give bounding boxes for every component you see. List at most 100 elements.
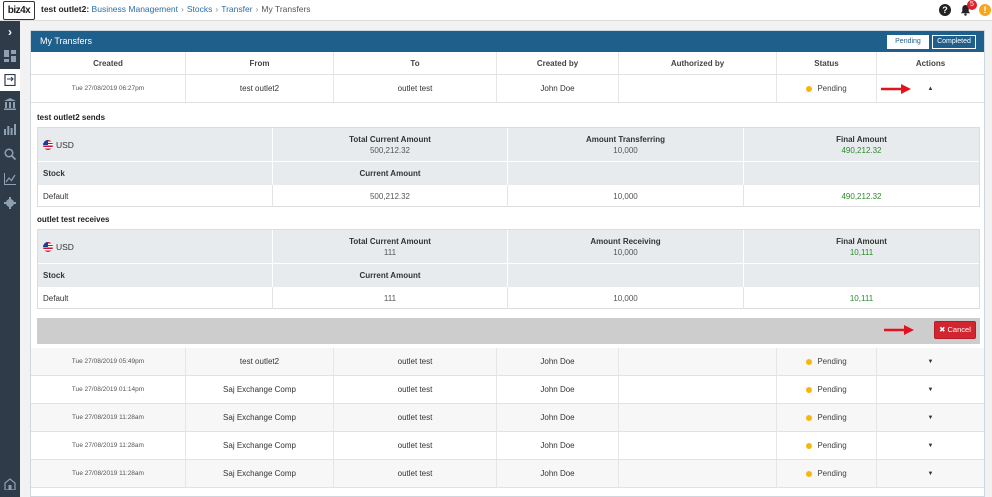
sends-stock-current: 500,212.32	[369, 191, 411, 201]
expand-caret-icon[interactable]: ▼	[928, 359, 934, 365]
empty-cell	[508, 162, 744, 185]
column-created-by: Created by	[497, 52, 619, 74]
cell-from: test outlet2	[186, 348, 334, 375]
breadcrumb-business-management[interactable]: Business Management	[92, 4, 178, 14]
status-text: Pending	[817, 84, 847, 93]
sidebar-item-account[interactable]	[0, 473, 20, 495]
transfer-icon	[4, 74, 16, 86]
cell-authorized-by	[619, 75, 777, 102]
cell-actions: ▼	[877, 432, 984, 459]
sends-stock-label: Stock	[43, 169, 65, 178]
sends-stock-row: Default 500,212.32 10,000 490,212.32	[38, 185, 979, 207]
cell-authorized-by	[619, 432, 777, 459]
breadcrumb-transfer[interactable]: Transfer	[221, 4, 252, 14]
sidebar-item-ledger[interactable]	[0, 118, 20, 140]
status-text: Pending	[817, 469, 847, 478]
cell-status: Pending	[777, 404, 877, 431]
sends-summary-row: USD Total Current Amount 500,212.32 Amou…	[38, 128, 979, 161]
receives-detail: USD Total Current Amount 111 Amount Rece…	[37, 229, 980, 309]
sends-final-label: Final Amount	[836, 134, 887, 144]
table-header: Created From To Created by Authorized by…	[31, 52, 984, 75]
notification-badge: 5	[967, 0, 977, 10]
cell-from: Saj Exchange Comp	[186, 376, 334, 403]
cell-actions: ▼	[877, 404, 984, 431]
cell-status: Pending	[777, 348, 877, 375]
expand-caret-icon[interactable]: ▼	[928, 387, 934, 393]
receives-stock-label: Stock	[43, 271, 65, 280]
sidebar-item-dashboard[interactable]	[0, 45, 20, 67]
expand-caret-icon[interactable]: ▼	[928, 415, 934, 421]
sidebar-item-transfer[interactable]	[0, 69, 20, 91]
cell-created: Tue 27/08/2019 11:28am	[31, 404, 186, 431]
table-row[interactable]: Tue 27/08/2019 01:14pm Saj Exchange Comp…	[31, 376, 984, 404]
cell-to: outlet test	[334, 460, 497, 487]
receives-stock-final-cell: 10,111	[744, 287, 979, 309]
sidebar-toggle[interactable]: ›	[0, 21, 20, 43]
table-row[interactable]: Tue 27/08/2019 11:28am Saj Exchange Comp…	[31, 432, 984, 460]
sends-final-cell: Final Amount 490,212.32	[744, 128, 979, 161]
pending-filter-button[interactable]: Pending	[887, 35, 929, 49]
sidebar-item-bank[interactable]	[0, 93, 20, 115]
column-from: From	[186, 52, 334, 74]
sends-detail: USD Total Current Amount 500,212.32 Amou…	[37, 127, 980, 207]
cell-actions: ▼	[877, 348, 984, 375]
cell-created-by: John Doe	[497, 432, 619, 459]
receives-total-label: Total Current Amount	[349, 236, 431, 246]
sidebar-item-settings[interactable]	[0, 192, 20, 214]
cell-created-by: John Doe	[497, 348, 619, 375]
cell-created-by: John Doe	[497, 460, 619, 487]
receives-stock-transfer: 10,000	[613, 293, 638, 303]
help-icon[interactable]: ?	[939, 4, 951, 16]
sends-stock-name-cell: Default	[38, 185, 273, 207]
table-row[interactable]: Tue 27/08/2019 11:28am Saj Exchange Comp…	[31, 404, 984, 432]
sends-transfer-value: 10,000	[613, 145, 638, 155]
sends-current-label: Current Amount	[359, 169, 421, 178]
expand-caret-icon[interactable]: ▼	[928, 443, 934, 449]
receives-total-value: 111	[383, 247, 397, 257]
logo[interactable]: biz4x	[3, 1, 35, 20]
cell-created: Tue 27/08/2019 11:28am	[31, 432, 186, 459]
sidebar-item-reports[interactable]	[0, 168, 20, 190]
cell-from: Saj Exchange Comp	[186, 404, 334, 431]
chart-icon	[4, 173, 16, 185]
sends-stock-current-cell: 500,212.32	[273, 185, 508, 207]
status-text: Pending	[817, 385, 847, 394]
receives-stock-header-cell: Stock	[38, 264, 273, 287]
collapse-caret-icon[interactable]: ▲	[928, 86, 934, 92]
table-row[interactable]: Tue 27/08/2019 11:28am Saj Exchange Comp…	[31, 460, 984, 488]
cell-actions: ▼	[877, 460, 984, 487]
alert-icon[interactable]: !	[979, 4, 991, 16]
sends-transfer-cell: Amount Transferring 10,000	[508, 128, 744, 161]
sends-total-cell: Total Current Amount 500,212.32	[273, 128, 508, 161]
detail-action-bar: ✖ Cancel	[37, 318, 980, 344]
sends-stock-header: Stock Current Amount	[38, 162, 979, 185]
breadcrumb-stocks[interactable]: Stocks	[187, 4, 213, 14]
sends-currency-cell: USD	[38, 128, 273, 161]
column-status: Status	[777, 52, 877, 74]
sends-final-value: 490,212.32	[841, 145, 882, 155]
cell-created: Tue 27/08/2019 11:28am	[31, 460, 186, 487]
cell-to: outlet test	[334, 376, 497, 403]
sidebar-item-search[interactable]	[0, 143, 20, 165]
table-row-expanded[interactable]: Tue 27/08/2019 06:27pm test outlet2 outl…	[31, 75, 984, 103]
cell-to: outlet test	[334, 348, 497, 375]
expand-caret-icon[interactable]: ▼	[928, 471, 934, 477]
cell-created: Tue 27/08/2019 01:14pm	[31, 376, 186, 403]
receives-current-header-cell: Current Amount	[273, 264, 508, 287]
breadcrumb-separator: ›	[215, 4, 219, 14]
receives-stock-current-cell: 111	[273, 287, 508, 309]
completed-filter-button[interactable]: Completed	[932, 35, 976, 49]
sends-stock-final-cell: 490,212.32	[744, 185, 979, 207]
cancel-button[interactable]: ✖ Cancel	[934, 321, 976, 339]
receives-stock-final: 10,111	[849, 293, 874, 303]
outlet-name: test outlet2:	[41, 4, 90, 14]
cell-status: Pending	[777, 460, 877, 487]
receives-current-label: Current Amount	[359, 271, 421, 280]
receives-transfer-label: Amount Receiving	[590, 236, 661, 246]
receives-summary-row: USD Total Current Amount 111 Amount Rece…	[38, 230, 979, 263]
search-icon	[4, 148, 16, 160]
close-icon: ✖	[939, 325, 946, 334]
receives-title: outlet test receives	[37, 215, 110, 224]
receives-stock-name-cell: Default	[38, 287, 273, 309]
table-row[interactable]: Tue 27/08/2019 05:49pm test outlet2 outl…	[31, 348, 984, 376]
